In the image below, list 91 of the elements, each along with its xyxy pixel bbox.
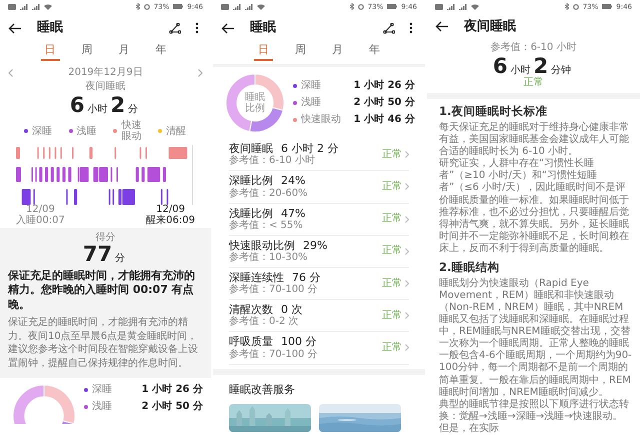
minutes-unit: 分	[128, 104, 138, 116]
donut-slice	[226, 74, 256, 132]
metric-value: 24%	[281, 174, 306, 188]
metric-value: 47%	[281, 206, 306, 220]
legend-label: 快速眼动	[121, 120, 142, 142]
donut-slice	[254, 74, 284, 111]
paragraph: 研究证实，人群中存在“习惯性长睡者”（≥10 小时/天）和“习惯性短睡者”（≤6 小时/天），因此睡眠时间不是评价睡眠质量的唯一标准。如果睡眠时间低于推荐标准，也不必过分担忧，只要睡醒后觉得神清气爽，就不算失眠。另外，延长睡眠时间并不一定能弥补睡眠不足，长时间赖在床上，反而不利于得到高质量的睡眠。	[439, 158, 630, 255]
section-title: 1.夜间睡眠时长标准	[439, 105, 548, 119]
metric-name: 夜间睡眠	[229, 142, 273, 156]
reference-range: 参考值：0-2 次	[229, 316, 300, 328]
legend-label: 深睡	[301, 80, 322, 92]
metric-name: 深睡比例	[229, 174, 273, 188]
legend-label: 快速眼动	[301, 114, 342, 126]
tab[interactable]: 年	[152, 42, 170, 62]
metric-row[interactable]: 深睡比例 24% 参考值：20-60% 正常	[229, 171, 409, 204]
metric-name: 呼吸质量	[229, 335, 273, 348]
screen-title: 睡眠	[250, 20, 277, 36]
advice-text: 保证充足的睡眠时间，才能拥有充沛的精力。夜间10点至早晨6点是黄金睡眠时间，建议您参考这个时间段在智能穿戴设备上设置闹钟，提醒自己保持规律的作息时间。	[8, 316, 199, 370]
metric-row[interactable]: 呼吸质量 100 分 参考值：70-100 分 正常	[229, 332, 409, 364]
minutes-value: 2	[110, 95, 126, 116]
metric-row[interactable]: 清醒次数 0 次 参考值：0-2 次 正常	[229, 300, 409, 332]
reference-range: 参考值：6-10 小时	[490, 42, 578, 54]
chart-center-label: 睡眠比例	[244, 92, 266, 114]
screen-title: 夜间睡眠	[464, 18, 517, 35]
reference-range: 参考值：70-100 分	[229, 348, 319, 360]
metric-row[interactable]: 夜间睡眠 6 小时 2 分 参考值：6-10 小时 正常	[229, 139, 409, 172]
tab[interactable]: 日	[40, 42, 60, 62]
metric-value: 76 分	[292, 270, 320, 284]
status-label: 正常	[382, 180, 402, 193]
status-label: 正常	[382, 278, 402, 290]
metric-name: 浅睡比例	[229, 206, 273, 220]
reference-range: 参考值：20-60%	[229, 188, 309, 200]
wake-up-time: 醒来06:09	[146, 216, 195, 226]
metric-value: 100 分	[281, 335, 316, 348]
tab[interactable]: 年	[365, 42, 384, 62]
hours-unit: 小时	[88, 104, 108, 116]
hours-value: 6	[70, 95, 84, 116]
score-unit: 分	[115, 253, 126, 266]
score-label: 得分	[94, 232, 116, 244]
advice-title: 保证充足的睡眠时间，才能拥有充沛的精力。您昨晚的入睡时间 00:07 有点晚。	[8, 269, 196, 312]
status-label: 正常	[382, 148, 402, 161]
status-label: 正常	[522, 77, 544, 90]
metric-name: 快速眼动比例	[229, 238, 295, 252]
hours-unit: 小时	[510, 65, 530, 77]
period-label: 夜间睡眠	[84, 81, 126, 94]
wake-date: 12/09	[156, 205, 186, 216]
section-title: 睡眠改善服务	[229, 382, 296, 396]
status-label: 正常	[382, 213, 402, 226]
paragraph: 典型的睡眠节律是按照以下顺序进行状态转换：觉醒→浅睡→深睡→浅睡→快速眼动。但是，在实际	[439, 398, 630, 435]
status-label: 正常	[382, 310, 402, 322]
duration-value: 2 小时 50 分	[142, 401, 203, 414]
metric-value: 29%	[303, 238, 328, 252]
minutes-value: 2	[534, 56, 548, 78]
paragraph: 睡眠划分为快速眼动（Rapid Eye Movement，REM）睡眠和非快速眼动（Non-REM，NREM）睡眠，其中NREM睡眠又包括了浅睡眠和深睡眠。在睡眠过程中，REM睡眠与NREM睡眠交替出现，交替一次称为一个睡眠周期。正常人整晚的睡眠一般包含4-6个睡眠周期，一个周期约为90-100分钟，每一个周期都不是前一个周期的简单重复。一般在靠后的睡眠周期中，REM睡眠时间增加，NREM睡眠时间减少。	[439, 278, 632, 398]
duration-value: 1 小时 46 分	[354, 114, 415, 126]
duration-value: 2 小时 50 分	[354, 97, 415, 110]
minutes-unit: 分钟	[551, 65, 572, 78]
status-label: 正常	[382, 245, 402, 258]
reference-range: 参考值：70-100 分	[229, 284, 319, 296]
legend-label: 深睡	[32, 126, 53, 137]
metric-row[interactable]: 浅睡比例 47% 参考值：< 55% 正常	[229, 204, 409, 236]
score-value: 77	[82, 244, 112, 266]
legend-label: 浅睡	[92, 401, 113, 414]
legend-label: 浅睡	[301, 97, 322, 110]
metric-value: 6 小时 2 分	[281, 142, 338, 156]
duration-value: 1 小时 26 分	[142, 384, 203, 396]
status-label: 正常	[382, 342, 402, 354]
hours-value: 6	[492, 56, 508, 78]
metric-value: 0 次	[281, 303, 302, 316]
metric-row[interactable]: 快速眼动比例 29% 参考值：10-30% 正常	[229, 236, 409, 268]
legend-label: 浅睡	[76, 126, 98, 137]
reference-range: 参考值：10-30%	[229, 252, 309, 264]
tab[interactable]: 周	[291, 42, 310, 62]
metric-row[interactable]: 深睡连续性 76 分 参考值：70-100 分 正常	[229, 268, 409, 300]
reference-range: 参考值：6-10 小时	[229, 155, 316, 168]
tab[interactable]: 月	[114, 42, 134, 62]
screen-title: 睡眠	[37, 20, 64, 36]
tab[interactable]: 日	[254, 42, 273, 62]
reference-range: 参考值：< 55%	[229, 220, 304, 232]
legend-label: 深睡	[92, 384, 113, 396]
date-label: 2019年12月9日	[68, 67, 143, 80]
section-title: 2.睡眠结构	[439, 260, 500, 275]
duration-value: 1 小时 26 分	[354, 80, 415, 92]
paragraph: 每天保证充足的睡眠对于维持身心健康非常有益，美国国家睡眠基金会建议成年人可能合适的睡眠时长为 6-10 小时。	[439, 122, 630, 158]
sleep-start-time: 入睡00:07	[16, 216, 65, 226]
tab[interactable]: 月	[328, 42, 347, 62]
legend-label: 清醒	[166, 126, 188, 137]
tab[interactable]: 周	[78, 42, 96, 62]
metric-name: 清醒次数	[229, 303, 273, 316]
start-date: 12/09	[26, 205, 56, 216]
metric-name: 深睡连续性	[229, 270, 284, 284]
